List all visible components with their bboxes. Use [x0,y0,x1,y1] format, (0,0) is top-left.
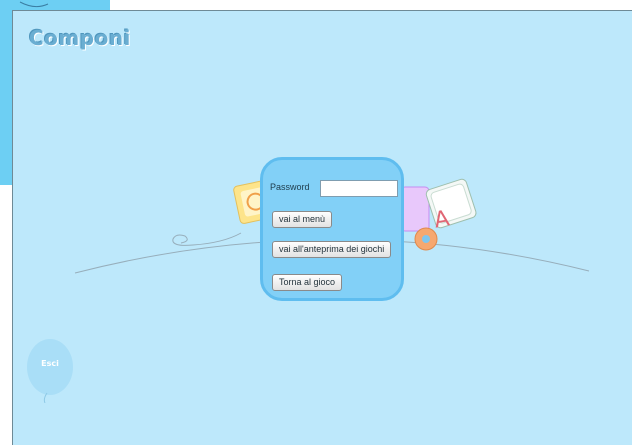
password-input[interactable] [320,180,398,197]
password-dialog: Password vai al menù vai all'anteprima d… [260,157,404,301]
letter-block-icon [425,178,477,229]
games-preview-button[interactable]: vai all'anteprima dei giochi [272,241,392,258]
wheel-icon [414,227,438,251]
go-to-menu-button[interactable]: vai al menù [272,211,333,228]
purple-block-icon [400,186,430,232]
password-label: Password [270,182,310,192]
main-area: Componi A Esci Password vai al menù vai … [12,10,632,445]
spiral-string [172,232,242,246]
back-to-game-button[interactable]: Torna al gioco [272,274,343,291]
exit-button[interactable]: Esci [25,337,79,404]
exit-label[interactable]: Esci [25,359,75,368]
